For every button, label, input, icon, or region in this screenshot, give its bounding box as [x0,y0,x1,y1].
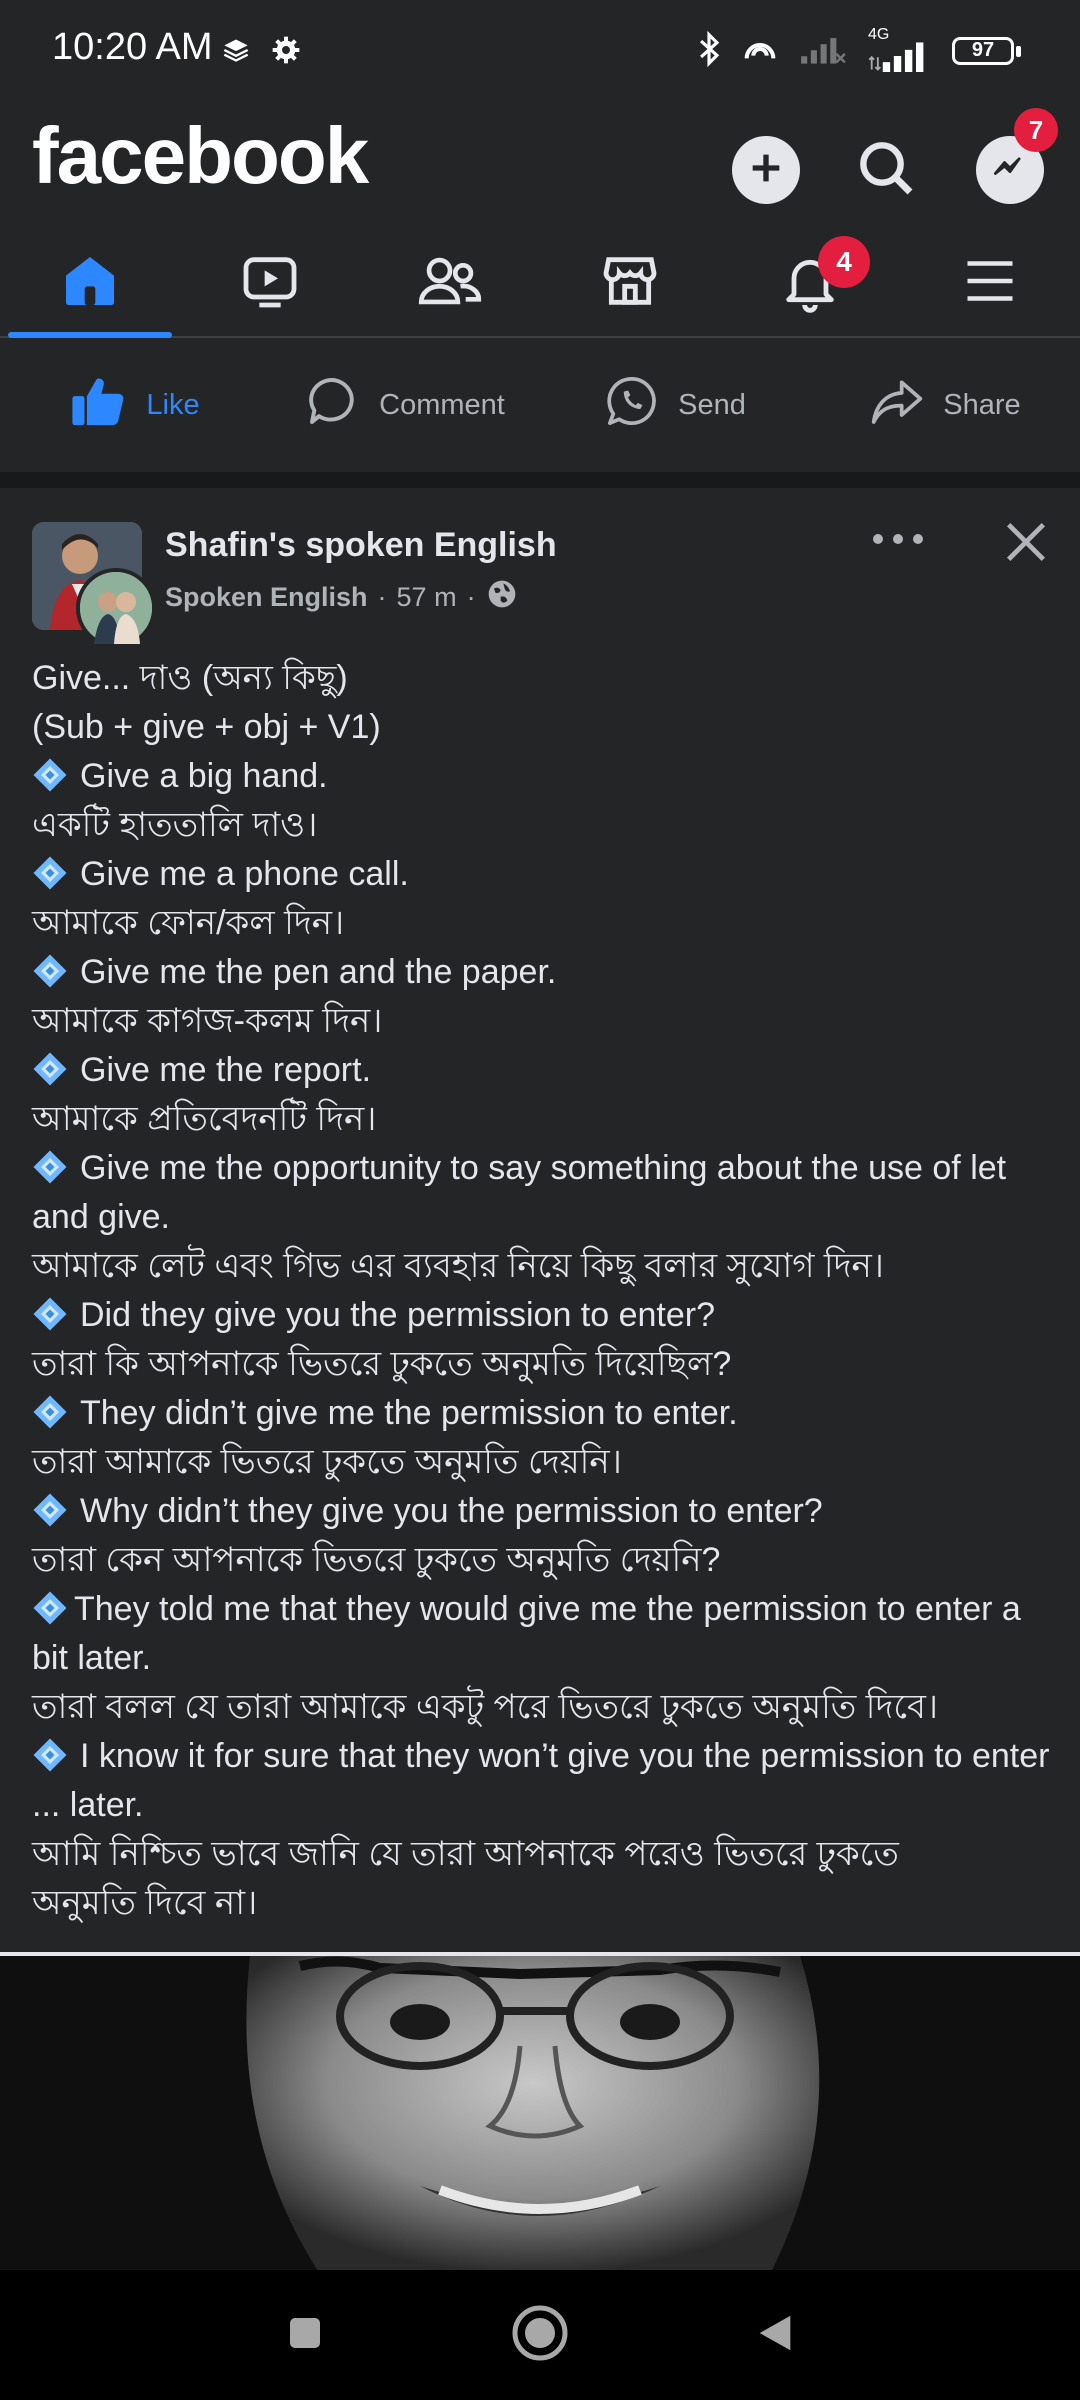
hotspot-icon [740,31,780,72]
share-button[interactable]: Share [810,338,1080,472]
status-time: 10:20 AM [52,26,213,68]
diamond-bullet-icon [32,757,68,793]
marketplace-icon [598,249,662,318]
battery-level: 97 [971,38,995,61]
comment-icon [305,373,361,437]
post-line: They told me that they would give me the… [32,1590,1021,1677]
messenger-badge: 7 [1014,108,1058,152]
thumbs-up-icon [70,374,128,436]
post-line: Did they give you the permission to ente… [80,1296,716,1334]
post-meta: Spoken English · 57 m · [165,578,518,617]
feed-divider [0,472,1080,488]
messenger-icon [988,146,1032,195]
diamond-bullet-icon [32,1394,68,1430]
post-line: তারা কি আপনাকে ভিতরে ঢুকতে অনুমতি দিয়েছ… [32,1345,732,1383]
post-line: Why didn’t they give you the permission … [80,1492,823,1530]
post-card: Shafin's spoken English Spoken English ·… [0,488,1080,1948]
comment-label: Comment [379,388,505,421]
post-line: তারা কেন আপনাকে ভিতরে ঢুকতে অনুমতি দেয়ন… [32,1541,721,1579]
recents-button[interactable] [270,2300,340,2370]
diamond-bullet-icon [32,1149,68,1185]
tab-notifications[interactable]: 4 [720,230,900,336]
search-button[interactable] [852,136,920,204]
post-line: Give me the report. [80,1051,372,1089]
globe-icon [486,578,518,617]
close-icon [1000,516,1052,573]
post-line: আমাকে ফোন/কল দিন। [32,904,345,942]
notifications-badge: 4 [818,236,870,288]
post-photo[interactable] [0,1952,1080,2274]
tab-home[interactable] [0,230,180,338]
tab-friends[interactable] [360,230,540,336]
back-icon [752,2310,798,2361]
post-text: Give... দাও (অন্য কিছু) (Sub + give + ob… [32,654,1052,1928]
meta-separator: · [466,582,476,612]
tab-menu[interactable] [900,230,1080,336]
post-time[interactable]: 57 m [397,582,457,613]
diamond-bullet-icon [32,953,68,989]
post-line: Give me the pen and the paper. [80,953,557,991]
diamond-bullet-icon [32,855,68,891]
whatsapp-icon [604,373,660,437]
layers-icon [222,36,250,69]
post-author[interactable]: Shafin's spoken English [165,526,557,565]
post-line: Give me a phone call. [80,855,409,893]
create-button[interactable] [732,136,800,204]
hide-post-button[interactable] [996,514,1056,574]
home-system-button[interactable] [505,2300,575,2370]
like-button[interactable]: Like [0,338,270,472]
recents-icon [285,2313,325,2358]
more-icon [870,532,926,551]
post-line: I know it for sure that they won’t give … [32,1737,1050,1824]
post-line: তারা আমাকে ভিতরে ঢুকতে অনুমতি দেয়নি। [32,1443,622,1481]
diamond-bullet-icon [32,1737,68,1773]
post-options-button[interactable] [868,526,928,556]
diamond-bullet-icon [32,1492,68,1528]
share-icon [869,373,925,437]
share-label: Share [943,388,1021,421]
post-line: আমাকে প্রতিবেদনটি দিন। [32,1100,377,1138]
post-line: Give... দাও (অন্য কিছু) [32,659,348,697]
post-line: আমাকে লেট এবং গিভ এর ব্যবহার নিয়ে কিছু … [32,1247,884,1285]
system-nav-bar [0,2270,1080,2400]
home-circle-icon [510,2303,570,2368]
diamond-bullet-icon [32,1296,68,1332]
profile-avatar[interactable] [76,568,156,648]
home-icon [58,249,122,318]
menu-icon [960,251,1020,316]
search-icon [854,136,918,205]
meta-separator: · [377,582,387,612]
signal-icon [798,32,848,71]
post-line: আমাকে কাগজ-কলম দিন। [32,1002,383,1040]
diamond-bullet-icon [32,1051,68,1087]
nav-tabs: 4 [0,230,1080,338]
tab-video[interactable] [180,230,360,336]
post-line: They didn’t give me the permission to en… [80,1394,738,1432]
post-line: Give me the opportunity to say something… [32,1149,1007,1236]
like-label: Like [146,388,200,421]
post-line: আমি নিশ্চিত ভাবে জানি যে তারা আপনাকে পরে… [32,1835,899,1922]
add-icon [746,148,786,193]
friends-icon [416,249,484,318]
send-label: Send [678,388,746,421]
tab-marketplace[interactable] [540,230,720,336]
comment-button[interactable]: Comment [270,338,540,472]
send-button[interactable]: Send [540,338,810,472]
post-line: তারা বলল যে তারা আমাকে একটু পরে ভিতরে ঢু… [32,1688,939,1726]
bluetooth-icon [696,30,722,73]
gear-icon [270,34,302,71]
post-action-bar: Like Comment Send Share [0,338,1080,472]
status-bar: 10:20 AM 4G 97 [0,0,1080,110]
post-line: একটি হাততালি দাও। [32,806,318,844]
video-icon [238,249,302,318]
post-line: (Sub + give + obj + V1) [32,708,381,746]
diamond-bullet-icon [32,1590,68,1626]
signal-4g-icon: 4G [866,26,934,72]
facebook-logo[interactable]: facebook [32,110,369,202]
app-header: facebook 7 [0,108,1080,230]
back-button[interactable] [740,2300,810,2370]
post-line: Give a big hand. [80,757,328,795]
battery-icon: 97 [952,35,1024,69]
post-group[interactable]: Spoken English [165,582,368,613]
